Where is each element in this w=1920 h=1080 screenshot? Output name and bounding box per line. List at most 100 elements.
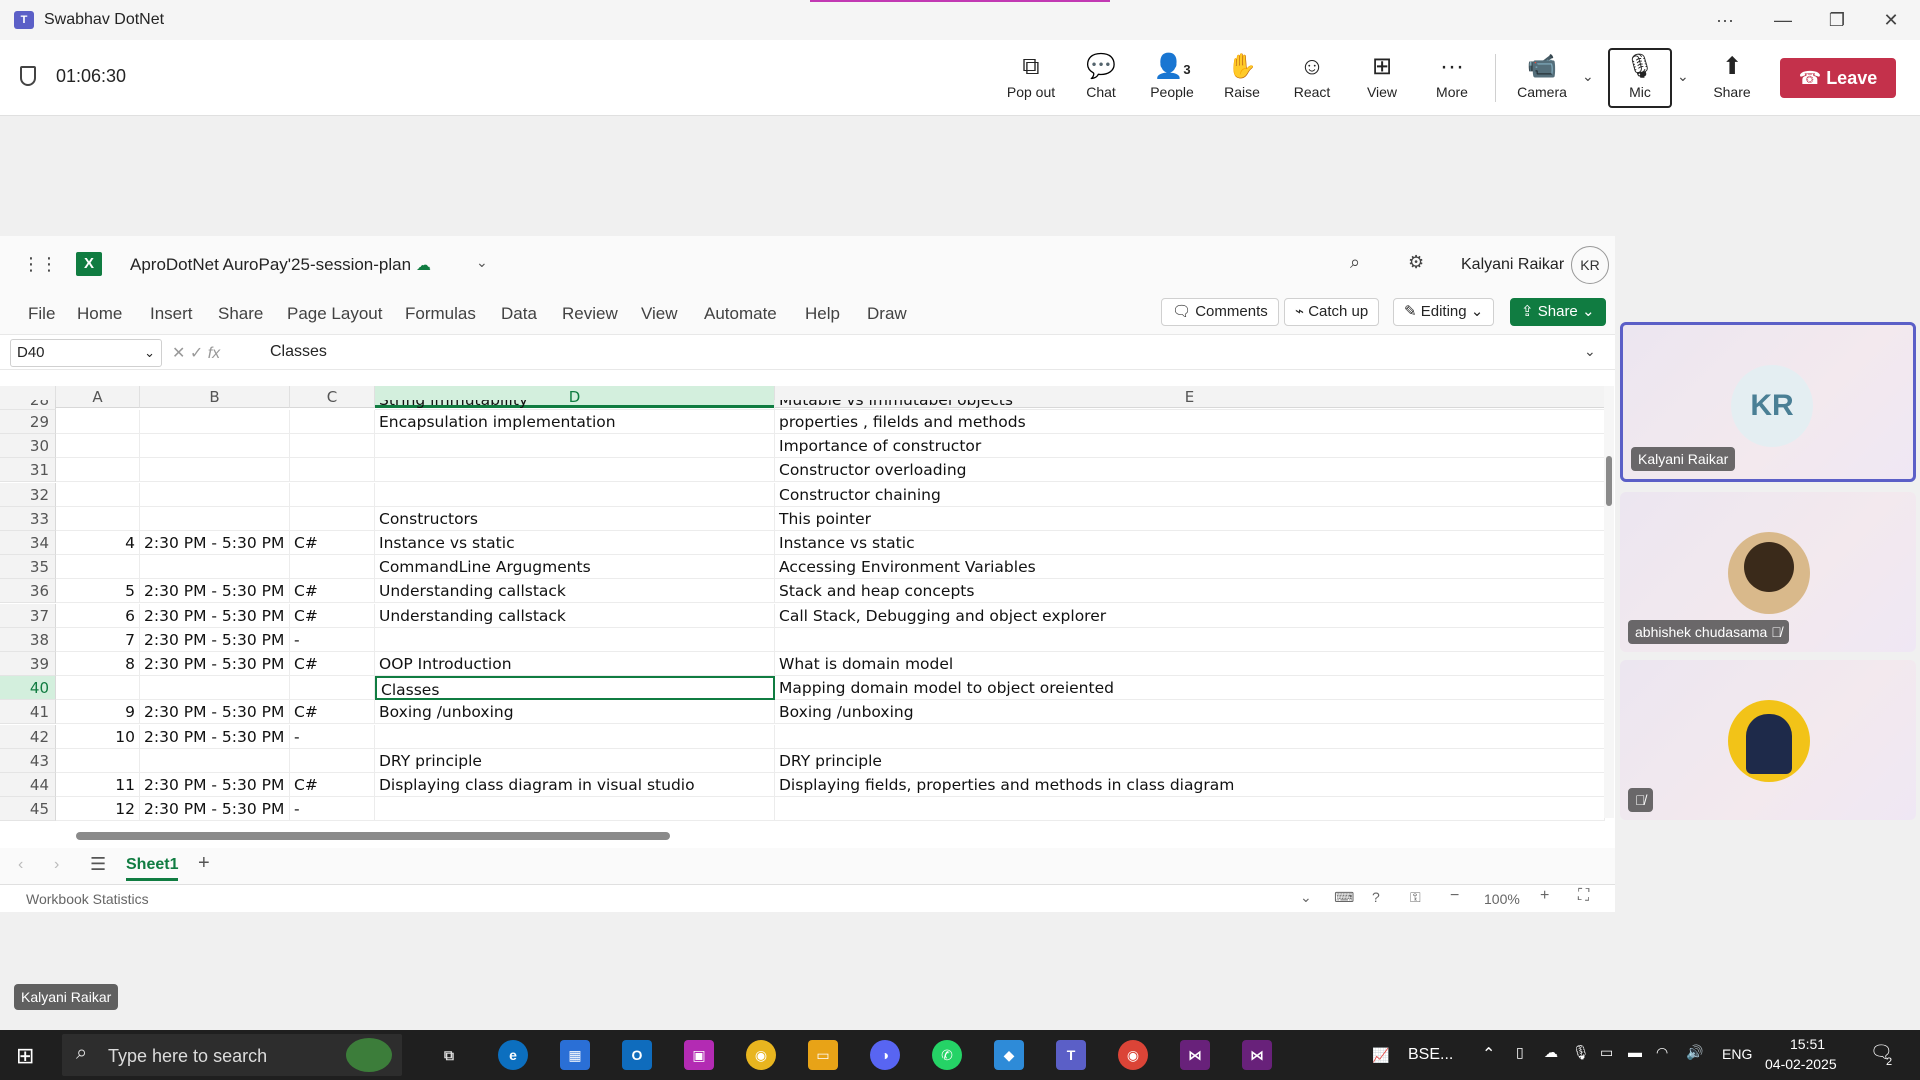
cell-b-row-32[interactable] [140, 482, 290, 507]
cell-c-row-37[interactable]: C# [290, 603, 375, 628]
catch-up-button[interactable]: ⌁ Catch up [1284, 298, 1380, 326]
cell-b-row-30[interactable] [140, 434, 290, 459]
menu-draw[interactable]: Draw [867, 304, 907, 324]
menu-home[interactable]: Home [77, 304, 122, 324]
cell-a-row-41[interactable]: 9 [56, 700, 140, 725]
cell-e-row-42[interactable] [775, 724, 1605, 749]
cell-e-row-43[interactable]: DRY principle [775, 748, 1605, 773]
cell-d-row-43[interactable]: DRY principle [375, 748, 775, 773]
cell-e-row-38[interactable] [775, 627, 1605, 652]
cell-e-row-36[interactable]: Stack and heap concepts [775, 579, 1605, 604]
cell-d-row-40[interactable]: Classes [375, 676, 775, 701]
cell-e-row-45[interactable] [775, 797, 1605, 822]
comments-button[interactable]: 🗨 Comments [1161, 298, 1279, 326]
workbook-statistics[interactable]: Workbook Statistics [26, 891, 149, 907]
status-dropdown-icon[interactable]: ⌄ [1300, 889, 1312, 906]
cell-c-row-43[interactable] [290, 748, 375, 773]
row-header[interactable]: 37 [0, 603, 56, 628]
cell-d-row-34[interactable]: Instance vs static [375, 531, 775, 555]
expand-formula-chevron-icon[interactable]: ⌄ [1584, 343, 1596, 360]
row-header[interactable]: 36 [0, 579, 56, 604]
teams-chat-app-icon[interactable]: ▣ [684, 1040, 714, 1070]
fullscreen-icon[interactable]: ⛶ [1578, 887, 1589, 905]
cell-b-row-36[interactable]: 2:30 PM - 5:30 PM [140, 579, 290, 604]
cell-d-row-41[interactable]: Boxing /unboxing [375, 700, 775, 725]
cell-a-row-40[interactable] [56, 676, 140, 701]
whatsapp-icon[interactable]: ✆ [932, 1040, 962, 1070]
partial-row-header[interactable]: 28 [0, 400, 56, 410]
menu-insert[interactable]: Insert [150, 304, 193, 324]
row-header[interactable]: 35 [0, 555, 56, 580]
sheet-tab-sheet1[interactable]: Sheet1 [126, 856, 179, 881]
chrome-profile-icon[interactable]: ◉ [1118, 1040, 1148, 1070]
prev-sheet-chevron-icon[interactable]: ‹ [18, 856, 23, 874]
row-header[interactable]: 34 [0, 531, 56, 555]
next-sheet-chevron-icon[interactable]: › [54, 856, 59, 874]
cell-a-row-39[interactable]: 8 [56, 652, 140, 676]
excel-share-button[interactable]: ⇪ Share ⌄ [1510, 298, 1606, 326]
leave-button[interactable]: ☎ Leave [1780, 58, 1896, 98]
cell-c-row-36[interactable]: C# [290, 579, 375, 604]
cell-e-row-32[interactable]: Constructor chaining [775, 482, 1605, 507]
stock-chart-icon[interactable]: 📈 [1366, 1040, 1396, 1070]
cell-e-row-40[interactable]: Mapping domain model to object oreiented [775, 676, 1605, 701]
tray-device-icon[interactable]: ▯ [1516, 1044, 1524, 1061]
volume-icon[interactable]: 🔊 [1686, 1044, 1703, 1061]
edge-browser-icon[interactable]: e [498, 1040, 528, 1070]
cell-a-row-31[interactable] [56, 458, 140, 483]
search-icon[interactable]: ⌕ [1350, 252, 1360, 273]
cell-b-row-42[interactable]: 2:30 PM - 5:30 PM [140, 724, 290, 749]
tray-display-icon[interactable]: ▭ [1600, 1044, 1613, 1061]
mic-button[interactable]: 🎙 Mic [1608, 48, 1672, 108]
column-header-b[interactable]: B [140, 386, 290, 408]
teams-icon[interactable]: T [1056, 1040, 1086, 1070]
pop-out-button[interactable]: ⧉ Pop out [999, 50, 1063, 108]
raise-button[interactable]: ✋ Raise [1210, 50, 1274, 108]
cell-d-row-32[interactable] [375, 482, 775, 507]
restore-button[interactable]: ❐ [1814, 6, 1860, 34]
row-header[interactable]: 43 [0, 748, 56, 773]
row-header[interactable]: 40 [0, 676, 56, 701]
cell-d-row-42[interactable] [375, 724, 775, 749]
cell-c-row-35[interactable] [290, 555, 375, 580]
task-view-icon[interactable]: ⧉ [434, 1040, 464, 1070]
cell-e-row-39[interactable]: What is domain model [775, 652, 1605, 676]
all-sheets-menu-icon[interactable]: ☰ [90, 854, 106, 875]
view-settings-icon[interactable]: ⚿ [1410, 889, 1421, 906]
microsoft-store-icon[interactable]: ▦ [560, 1040, 590, 1070]
cell-d-row-39[interactable]: OOP Introduction [375, 652, 775, 676]
cell-d-row-36[interactable]: Understanding callstack [375, 579, 775, 604]
menu-share[interactable]: Share [218, 304, 263, 324]
settings-gear-icon[interactable]: ⚙ [1408, 252, 1424, 273]
row-header[interactable]: 42 [0, 724, 56, 749]
title-dropdown-icon[interactable]: ⌄ [476, 254, 488, 271]
cell-c-row-31[interactable] [290, 458, 375, 483]
cancel-x-icon[interactable]: ✕ [172, 345, 185, 362]
more-button[interactable]: ··· More [1420, 50, 1484, 108]
tray-mic-icon[interactable]: 🎙 [1572, 1044, 1590, 1061]
menu-file[interactable]: File [28, 304, 55, 324]
menu-review[interactable]: Review [562, 304, 618, 324]
cell-b-row-38[interactable]: 2:30 PM - 5:30 PM [140, 627, 290, 652]
cell-e-row-31[interactable]: Constructor overloading [775, 458, 1605, 483]
cell-c-row-45[interactable]: - [290, 797, 375, 822]
row-header[interactable]: 39 [0, 652, 56, 676]
partial-cell-e[interactable]: Mutable vs immutabel objects [775, 400, 1605, 410]
cell-a-row-44[interactable]: 11 [56, 773, 140, 797]
cell-c-row-34[interactable]: C# [290, 531, 375, 555]
row-header[interactable]: 45 [0, 797, 56, 822]
cell-e-row-30[interactable]: Importance of constructor [775, 434, 1605, 459]
camera-button[interactable]: 📹 Camera [1510, 50, 1574, 108]
name-box[interactable]: D40 ⌄ [10, 339, 162, 367]
menu-page-layout[interactable]: Page Layout [287, 304, 382, 324]
cell-c-row-29[interactable] [290, 410, 375, 434]
participant-tile-kalyani[interactable]: KR Kalyani Raikar [1620, 322, 1916, 482]
cell-a-row-29[interactable] [56, 410, 140, 434]
menu-data[interactable]: Data [501, 304, 537, 324]
app-launcher-icon[interactable]: ⋮⋮ [22, 254, 58, 274]
cell-b-row-35[interactable] [140, 555, 290, 580]
windows-start-icon[interactable]: ⊞ [16, 1044, 40, 1068]
chrome-icon[interactable]: ◉ [746, 1040, 776, 1070]
cell-b-row-43[interactable] [140, 748, 290, 773]
row-header[interactable]: 29 [0, 410, 56, 434]
